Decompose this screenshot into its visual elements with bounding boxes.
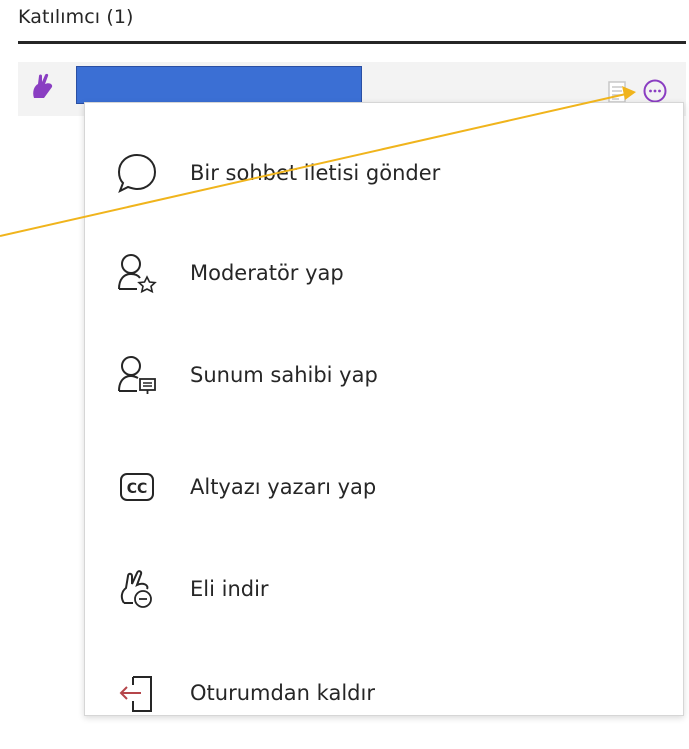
raised-hand-icon <box>33 73 53 98</box>
user-presenter-icon <box>118 356 156 394</box>
user-star-icon <box>118 254 157 294</box>
menu-item-make-moderator[interactable]: Moderatör yap <box>85 223 683 323</box>
menu-item-send-chat[interactable]: Bir sohbet iletisi gönder <box>85 123 683 223</box>
cc-icon: CC <box>120 473 154 501</box>
menu-item-label: Bir sohbet iletisi gönder <box>190 161 441 185</box>
menu-item-label: Altyazı yazarı yap <box>190 475 377 499</box>
participant-name-redacted <box>76 66 362 104</box>
menu-item-label: Oturumdan kaldır <box>190 681 375 705</box>
participants-header: Katılımcı (1) <box>18 6 134 28</box>
menu-item-label: Moderatör yap <box>190 261 344 285</box>
svg-text:CC: CC <box>127 481 148 497</box>
menu-item-label: Sunum sahibi yap <box>190 363 378 387</box>
menu-item-make-presenter[interactable]: Sunum sahibi yap <box>85 325 683 425</box>
menu-item-remove-from-session[interactable]: Oturumdan kaldır <box>85 643 683 743</box>
remove-session-icon <box>119 676 152 712</box>
chat-bubble-icon <box>117 153 157 194</box>
lower-hand-icon <box>120 570 152 608</box>
header-divider <box>18 41 686 44</box>
menu-item-make-captioner[interactable]: CC Altyazı yazarı yap <box>85 437 683 537</box>
menu-item-label: Eli indir <box>190 577 269 601</box>
notes-icon[interactable] <box>606 80 628 104</box>
menu-item-lower-hand[interactable]: Eli indir <box>85 539 683 639</box>
more-options-icon <box>643 79 667 103</box>
participant-options-menu: Bir sohbet iletisi gönder Moderatör yap … <box>84 102 684 716</box>
